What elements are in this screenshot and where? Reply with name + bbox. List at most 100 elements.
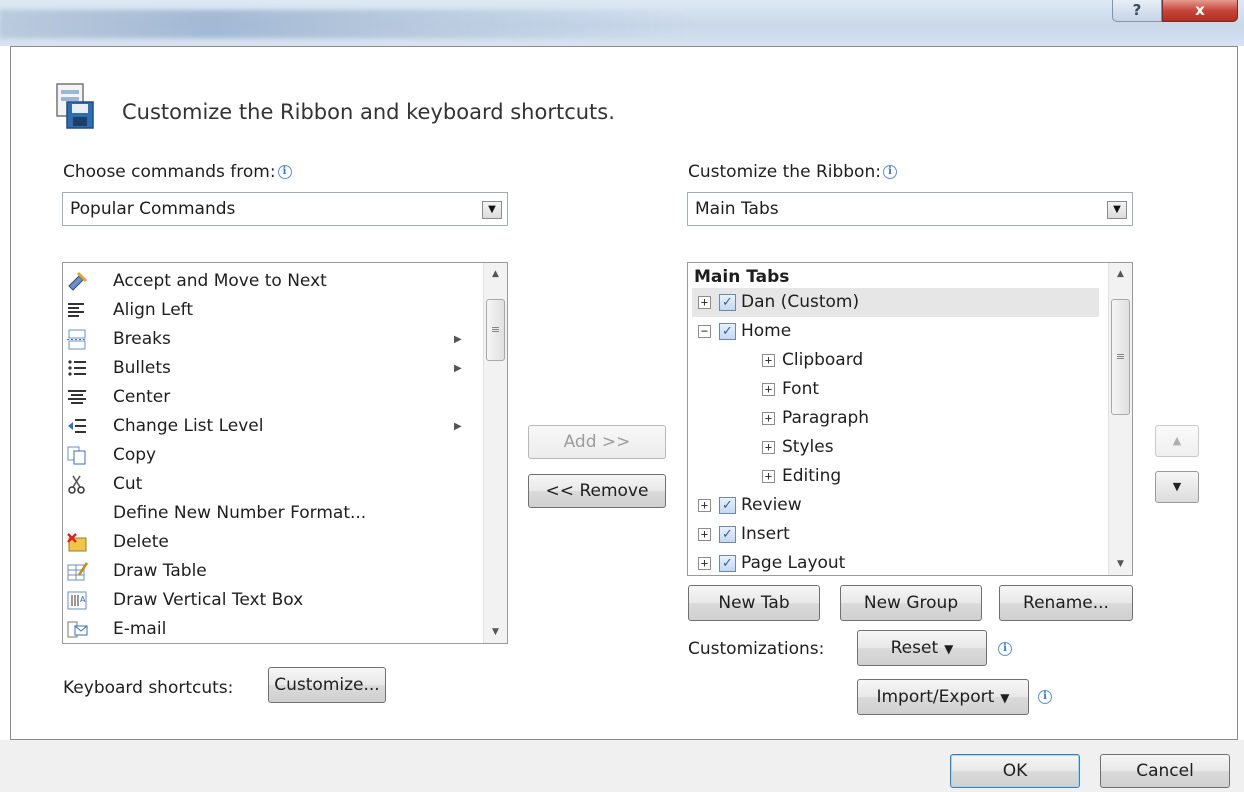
tree-item[interactable]: + Paragraph (692, 404, 1099, 433)
rename-button[interactable]: Rename... (999, 585, 1133, 621)
command-label: Copy (113, 445, 157, 465)
expand-icon[interactable]: + (698, 528, 711, 541)
command-list-item[interactable]: Cut (63, 470, 483, 499)
expand-icon[interactable]: + (698, 557, 711, 570)
tab-checkbox[interactable]: ✓ (719, 497, 736, 514)
choose-commands-value: Popular Commands (70, 199, 236, 219)
command-label: Center (113, 387, 171, 407)
command-label: Bullets (113, 358, 171, 378)
copy-icon (66, 445, 88, 466)
tree-item-label: Editing (782, 466, 842, 486)
tree-item[interactable]: + Styles (692, 433, 1099, 462)
command-list-item[interactable]: Copy (63, 441, 483, 470)
submenu-arrow-icon: ▶ (454, 421, 462, 432)
add-button[interactable]: Add >> (528, 425, 666, 459)
tree-item-label: Clipboard (782, 350, 864, 370)
tree-item[interactable]: + ✓ Insert (692, 520, 1099, 549)
move-down-button[interactable]: ▼ (1155, 471, 1199, 503)
collapse-icon[interactable]: − (698, 325, 711, 338)
ribbon-tree[interactable]: Main Tabs + ✓ Dan (Custom) − ✓ Home + Clipboard… (687, 262, 1133, 576)
tree-item[interactable]: + ✓ Page Layout (692, 549, 1099, 575)
submenu-arrow-icon: ▶ (454, 363, 462, 374)
command-label: Define New Number Format... (113, 503, 367, 523)
command-label: Draw Table (113, 561, 207, 581)
tree-item[interactable]: + ✓ Review (692, 491, 1099, 520)
command-list-item[interactable]: Define New Number Format... (63, 499, 483, 528)
info-icon[interactable]: i (277, 165, 292, 179)
tree-item[interactable]: + ✓ Dan (Custom) (692, 288, 1099, 317)
customize-ribbon-dropdown[interactable]: Main Tabs ▼ (687, 192, 1133, 226)
scroll-thumb[interactable]: ≡ (486, 299, 505, 361)
keyboard-shortcuts-label: Keyboard shortcuts: (63, 678, 234, 698)
command-label: Accept and Move to Next (113, 271, 327, 291)
accept-icon (66, 271, 88, 292)
command-list-item[interactable]: Align Left (63, 296, 483, 325)
customize-ribbon-label: Customize the Ribbon: i (688, 162, 897, 182)
command-list-item[interactable]: Center (63, 383, 483, 412)
tab-checkbox[interactable]: ✓ (719, 294, 736, 311)
command-label: Breaks (113, 329, 171, 349)
scroll-down-icon[interactable]: ▼ (484, 621, 507, 643)
expand-icon[interactable]: + (698, 499, 711, 512)
new-tab-button[interactable]: New Tab (688, 585, 820, 621)
customize-ribbon-value: Main Tabs (695, 199, 779, 219)
email-icon (66, 619, 88, 640)
command-label: Cut (113, 474, 143, 494)
dropdown-arrow-icon[interactable]: ▼ (482, 201, 502, 219)
import-export-button[interactable]: Import/Export ▼ (857, 679, 1029, 715)
command-list-item[interactable]: Breaks ▶ (63, 325, 483, 354)
command-list-item[interactable]: Accept and Move to Next (63, 267, 483, 296)
title-bar: ? x (0, 0, 1244, 46)
tab-checkbox[interactable]: ✓ (719, 526, 736, 543)
move-up-button[interactable]: ▲ (1155, 425, 1199, 457)
scroll-up-icon[interactable]: ▲ (484, 263, 507, 285)
reset-button[interactable]: Reset ▼ (857, 630, 987, 666)
tree-item[interactable]: + Editing (692, 462, 1099, 491)
command-list-item[interactable]: E-mail (63, 615, 483, 643)
tree-item[interactable]: − ✓ Home (692, 317, 1099, 346)
expand-icon[interactable]: + (762, 441, 775, 454)
commands-scrollbar[interactable]: ▲ ≡ ▼ (483, 263, 507, 643)
remove-button[interactable]: << Remove (528, 474, 666, 508)
info-icon[interactable]: i (998, 642, 1012, 656)
expand-icon[interactable]: + (762, 354, 775, 367)
svg-text:A: A (80, 595, 86, 604)
commands-listbox[interactable]: Accept and Move to Next Align Left Breaks ▶… (62, 262, 508, 644)
command-list-item[interactable]: Draw Table (63, 557, 483, 586)
info-icon[interactable]: i (882, 165, 897, 179)
align-left-icon (66, 300, 88, 321)
ribbon-tree-scrollbar[interactable]: ▲ ≡ ▼ (1108, 263, 1132, 575)
command-list-item[interactable]: Delete (63, 528, 483, 557)
command-list-item[interactable]: A Draw Vertical Text Box (63, 586, 483, 615)
command-list-item[interactable]: Bullets ▶ (63, 354, 483, 383)
tab-checkbox[interactable]: ✓ (719, 323, 736, 340)
tree-item-label: Review (741, 495, 802, 515)
list-level-icon (66, 416, 88, 437)
tree-item-label: Home (741, 321, 792, 341)
delete-icon (66, 532, 88, 553)
tree-item-label: Font (782, 379, 820, 399)
cancel-button[interactable]: Cancel (1100, 754, 1230, 788)
dropdown-arrow-icon[interactable]: ▼ (1107, 201, 1127, 219)
command-label: Align Left (113, 300, 194, 320)
scroll-down-icon[interactable]: ▼ (1109, 553, 1132, 575)
new-group-button[interactable]: New Group (840, 585, 982, 621)
expand-icon[interactable]: + (762, 412, 775, 425)
ok-button[interactable]: OK (950, 754, 1080, 788)
scroll-thumb[interactable]: ≡ (1111, 299, 1130, 415)
choose-commands-dropdown[interactable]: Popular Commands ▼ (62, 192, 508, 226)
expand-icon[interactable]: + (762, 470, 775, 483)
command-label: Delete (113, 532, 169, 552)
help-button[interactable]: ? (1112, 0, 1162, 22)
close-button[interactable]: x (1162, 0, 1238, 22)
command-label: Change List Level (113, 416, 264, 436)
scroll-up-icon[interactable]: ▲ (1109, 263, 1132, 285)
command-list-item[interactable]: Change List Level ▶ (63, 412, 483, 441)
info-icon[interactable]: i (1038, 690, 1052, 704)
expand-icon[interactable]: + (762, 383, 775, 396)
tree-item[interactable]: + Clipboard (692, 346, 1099, 375)
customize-shortcuts-button[interactable]: Customize... (268, 667, 386, 703)
expand-icon[interactable]: + (698, 296, 711, 309)
tree-item[interactable]: + Font (692, 375, 1099, 404)
tab-checkbox[interactable]: ✓ (719, 555, 736, 572)
